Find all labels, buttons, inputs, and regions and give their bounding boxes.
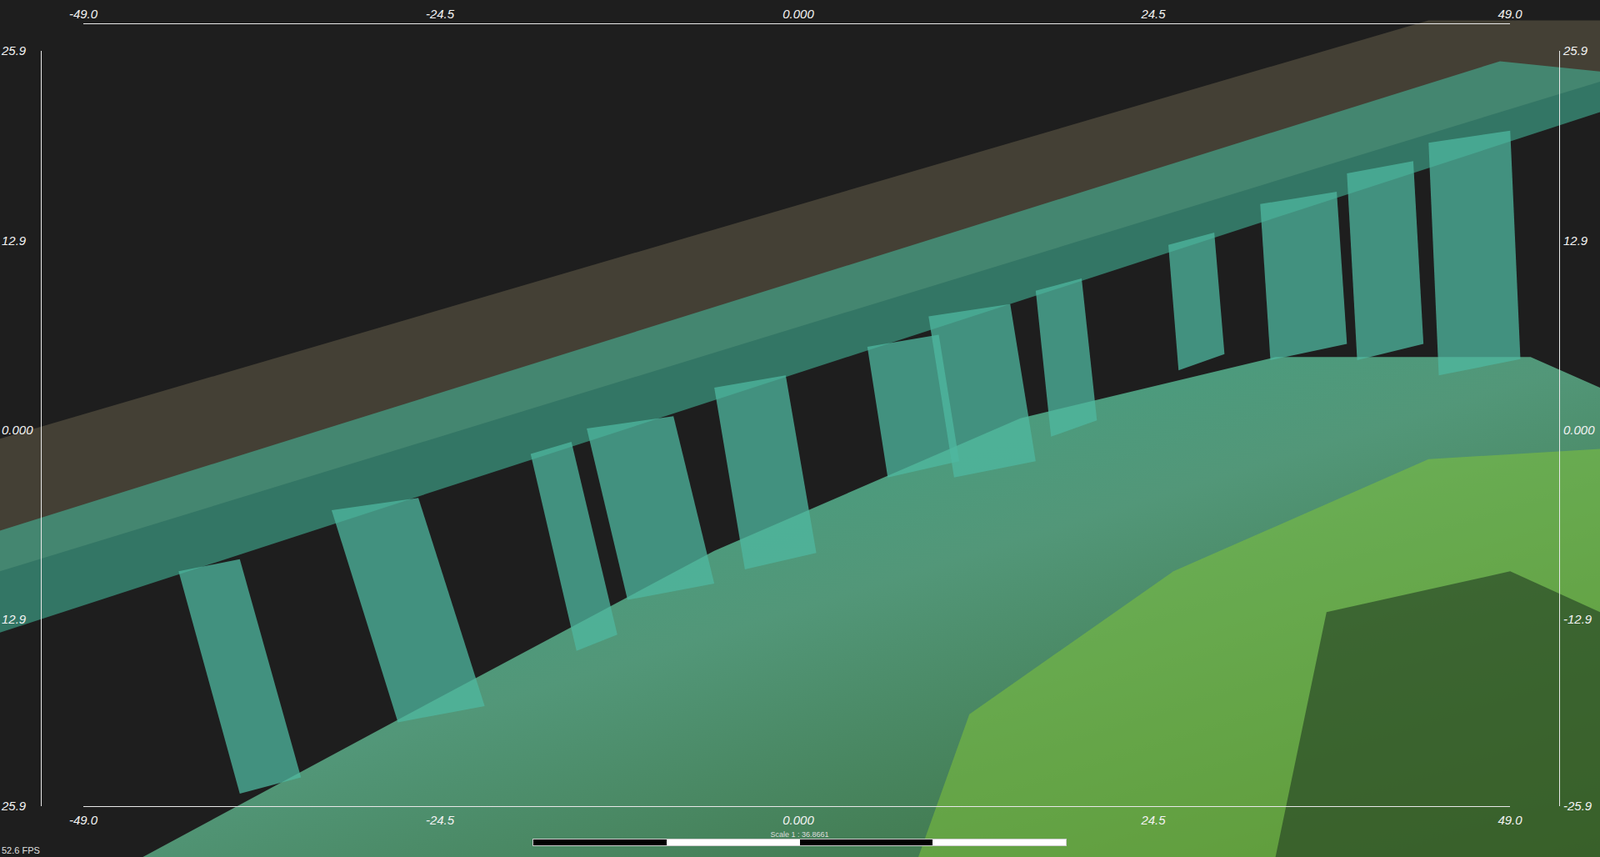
top-axis-label: 24.5 bbox=[1140, 6, 1165, 22]
fps-counter: 52.6 FPS bbox=[1, 845, 40, 856]
left-axis-label: 25.9 bbox=[1, 798, 35, 814]
pillar bbox=[928, 304, 1036, 478]
pillar bbox=[331, 497, 485, 722]
bottom-axis-label: -49.0 bbox=[69, 812, 98, 828]
pillar bbox=[714, 375, 816, 570]
left-axis-line bbox=[40, 50, 42, 806]
bottom-axis-line bbox=[83, 805, 1510, 807]
floor bbox=[0, 356, 1600, 857]
pillar bbox=[1346, 160, 1424, 360]
scale-bar: Scale 1 : 36.8661 bbox=[532, 830, 1067, 846]
left-axis-label: 12.9 bbox=[1, 611, 35, 627]
grass-patch bbox=[918, 448, 1600, 857]
right-axis-label: -12.9 bbox=[1563, 611, 1592, 627]
left-axis-label: 12.9 bbox=[1, 233, 35, 249]
right-axis-label: 25.9 bbox=[1563, 43, 1588, 59]
bottom-axis-label: 0.000 bbox=[782, 812, 815, 828]
right-axis-label: 0.000 bbox=[1563, 422, 1595, 438]
shadow-patch bbox=[1275, 570, 1600, 857]
bottom-axis-label: -24.5 bbox=[425, 812, 455, 828]
right-axis-line bbox=[1559, 50, 1560, 806]
pillar bbox=[586, 415, 715, 600]
pillar bbox=[1428, 130, 1520, 376]
pillar bbox=[178, 559, 301, 794]
pillar bbox=[1035, 278, 1097, 437]
point-cloud-scene[interactable] bbox=[0, 0, 1600, 857]
bottom-axis-label: 49.0 bbox=[1497, 812, 1522, 828]
top-axis-line bbox=[83, 23, 1510, 25]
scale-label: Scale 1 : 36.8661 bbox=[770, 830, 829, 839]
right-axis-label: -25.9 bbox=[1563, 798, 1592, 814]
top-axis-label: 0.000 bbox=[782, 6, 815, 22]
left-axis-label: 25.9 bbox=[1, 43, 35, 59]
pillar bbox=[1260, 191, 1347, 360]
point-cloud-viewer[interactable]: -49.0 -24.5 0.000 24.5 49.0 -49.0 -24.5 0.000 24… bbox=[0, 0, 1600, 857]
top-axis-label: 49.0 bbox=[1497, 6, 1522, 22]
left-axis-label: 0.000 bbox=[1, 422, 35, 438]
pillar bbox=[1168, 232, 1225, 370]
right-axis-label: 12.9 bbox=[1563, 233, 1588, 249]
top-axis-label: -24.5 bbox=[425, 6, 455, 22]
bottom-axis-label: 24.5 bbox=[1140, 812, 1165, 828]
top-axis-label: -49.0 bbox=[69, 6, 98, 22]
